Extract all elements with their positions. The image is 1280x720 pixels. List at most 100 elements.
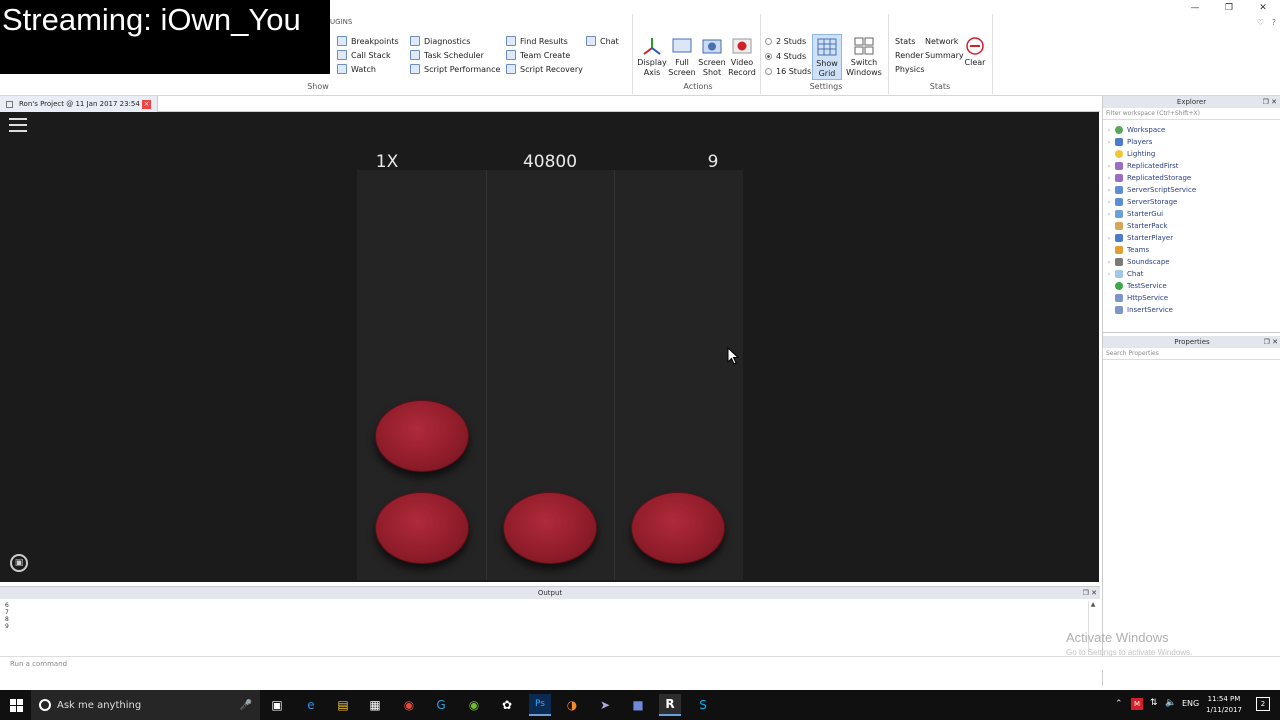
script-performance-button[interactable]: Script Performance	[410, 62, 500, 76]
render-button[interactable]: Render	[895, 48, 925, 62]
video-record-button[interactable]: Video Record	[727, 36, 757, 78]
skype-icon[interactable]: S	[692, 694, 714, 716]
tree-item-replicatedstorage[interactable]: › ReplicatedStorage	[1103, 172, 1280, 184]
close-tab-icon[interactable]: ×	[142, 99, 151, 109]
studs-4-radio[interactable]: 4 Studs	[765, 49, 811, 64]
tree-item-serverstorage[interactable]: › ServerStorage	[1103, 196, 1280, 208]
tree-item-insertservice[interactable]: InsertService	[1103, 304, 1280, 316]
script-recovery-button[interactable]: Script Recovery	[506, 62, 583, 76]
network-button[interactable]: Network	[925, 34, 964, 48]
logitech-icon[interactable]: G	[430, 694, 452, 716]
chrome-icon[interactable]: ◉	[398, 694, 420, 716]
activate-windows-title: Activate Windows	[1066, 630, 1169, 645]
file-explorer-icon[interactable]: ▤	[332, 694, 354, 716]
output-scrollbar[interactable]: ▲	[1088, 601, 1097, 655]
mouselock-icon[interactable]: ▣	[10, 554, 28, 572]
minimize-button[interactable]: —	[1178, 0, 1212, 16]
command-bar-input[interactable]: Run a command	[0, 656, 1280, 670]
volume-icon[interactable]: 🔈	[1165, 698, 1176, 708]
lighting-icon	[1115, 150, 1123, 158]
find-results-button[interactable]: Find Results	[506, 34, 583, 48]
show-grid-button[interactable]: Show Grid	[812, 34, 842, 80]
app-icon[interactable]: ✿	[496, 694, 518, 716]
show-group-col2: Diagnostics Task Scheduler Script Perfor…	[410, 34, 500, 76]
tree-item-workspace[interactable]: › Workspace	[1103, 124, 1280, 136]
tree-item-lighting[interactable]: Lighting	[1103, 148, 1280, 160]
panel-controls-icon[interactable]: ❐ ✕	[1263, 96, 1277, 108]
properties-search-input[interactable]: Search Properties	[1103, 348, 1280, 360]
close-button[interactable]: ✕	[1246, 0, 1280, 16]
roblox-studio-icon[interactable]: R	[659, 694, 681, 716]
windows-start-icon[interactable]	[5, 694, 27, 716]
tree-item-soundscape[interactable]: › Soundscape	[1103, 256, 1280, 268]
show-hidden-icons-icon[interactable]: ⌃	[1115, 699, 1123, 709]
edge-icon[interactable]: e	[300, 694, 322, 716]
full-screen-icon	[672, 38, 692, 53]
clear-button[interactable]: Clear	[960, 36, 990, 68]
panel-controls-icon[interactable]: ❐ ✕	[1264, 336, 1278, 348]
explorer-filter-input[interactable]: Filter workspace (Ctrl+Shift+X)	[1103, 108, 1280, 120]
physics-button[interactable]: Physics	[895, 62, 925, 76]
switch-windows-button[interactable]: Switch Windows	[845, 36, 883, 78]
photoshop-icon[interactable]: Ps	[529, 694, 551, 716]
tree-item-testservice[interactable]: TestService	[1103, 280, 1280, 292]
task-view-icon[interactable]: ▣	[266, 694, 288, 716]
chat-button[interactable]: Chat	[586, 34, 619, 48]
help-icon[interactable]: ♡	[1257, 18, 1264, 27]
help-question-icon[interactable]: ?	[1272, 18, 1276, 27]
right-panel: Explorer ❐ ✕ Filter workspace (Ctrl+Shift…	[1102, 96, 1280, 686]
hamburger-menu-icon[interactable]	[9, 117, 27, 132]
tree-item-httpservice[interactable]: HttpService	[1103, 292, 1280, 304]
actions-group-label: Actions	[683, 82, 713, 91]
display-axis-button[interactable]: Display Axis	[637, 36, 667, 78]
panel-controls-icon[interactable]: ❐ ✕	[1083, 587, 1097, 599]
nvidia-icon[interactable]: ◉	[463, 694, 485, 716]
lane-divider	[614, 170, 615, 580]
tray-app-icon[interactable]: M	[1131, 698, 1143, 710]
breakpoints-button[interactable]: Breakpoints	[337, 34, 399, 48]
maximize-button[interactable]: ❐	[1212, 0, 1246, 16]
tree-item-teams[interactable]: Teams	[1103, 244, 1280, 256]
cortana-search-box[interactable]: Ask me anything 🎤	[31, 690, 260, 720]
tree-item-players[interactable]: › Players	[1103, 136, 1280, 148]
blender-icon[interactable]: ◑	[561, 694, 583, 716]
task-scheduler-icon	[410, 50, 420, 60]
full-screen-button[interactable]: Full Screen	[667, 36, 697, 78]
tree-item-startergui[interactable]: › StarterGui	[1103, 208, 1280, 220]
studs-16-radio[interactable]: 16 Studs	[765, 64, 811, 79]
call-stack-button[interactable]: Call Stack	[337, 48, 399, 62]
properties-header: Properties ❐ ✕	[1103, 336, 1280, 348]
tree-item-chat[interactable]: › Chat	[1103, 268, 1280, 280]
task-scheduler-button[interactable]: Task Scheduler	[410, 48, 500, 62]
document-tab-bar: Ron's Project @ 11 Jan 2017 23:54 ×	[0, 96, 1100, 112]
language-indicator[interactable]: ENG	[1182, 699, 1199, 708]
diagnostics-button[interactable]: Diagnostics	[410, 34, 500, 48]
app-icon[interactable]: ➤	[594, 694, 616, 716]
screen-shot-button[interactable]: Screen Shot	[697, 36, 727, 78]
window-controls: — ❐ ✕	[1178, 0, 1280, 16]
cortana-icon	[39, 699, 51, 711]
store-icon[interactable]: ▦	[364, 694, 386, 716]
discord-icon[interactable]: ■	[627, 694, 649, 716]
document-tab[interactable]: Ron's Project @ 11 Jan 2017 23:54 ×	[0, 96, 158, 112]
grid-icon	[817, 38, 837, 56]
microphone-icon[interactable]: 🎤	[240, 700, 252, 711]
plugins-tab[interactable]: UGINS	[330, 18, 352, 26]
summary-button[interactable]: Summary	[925, 48, 964, 62]
tree-item-serverscriptservice[interactable]: › ServerScriptService	[1103, 184, 1280, 196]
notifications-icon[interactable]: 2	[1256, 697, 1270, 711]
document-tab-label: Ron's Project @ 11 Jan 2017 23:54	[19, 100, 140, 108]
watch-button[interactable]: Watch	[337, 62, 399, 76]
ribbon-separator	[888, 14, 889, 94]
team-create-button[interactable]: Team Create	[506, 48, 583, 62]
show-group-col3: Find Results Team Create Script Recovery	[506, 34, 583, 76]
stats-button[interactable]: Stats	[895, 34, 925, 48]
chat-icon	[586, 36, 596, 46]
network-icon[interactable]: ⇅	[1150, 698, 1158, 708]
tree-item-replicatedfirst[interactable]: › ReplicatedFirst	[1103, 160, 1280, 172]
tree-item-starterplayer[interactable]: › StarterPlayer	[1103, 232, 1280, 244]
tree-item-starterpack[interactable]: StarterPack	[1103, 220, 1280, 232]
studs-2-radio[interactable]: 2 Studs	[765, 34, 811, 49]
ribbon-separator	[632, 14, 633, 94]
clock[interactable]: 11:54 PM 1/11/2017	[1200, 694, 1248, 716]
